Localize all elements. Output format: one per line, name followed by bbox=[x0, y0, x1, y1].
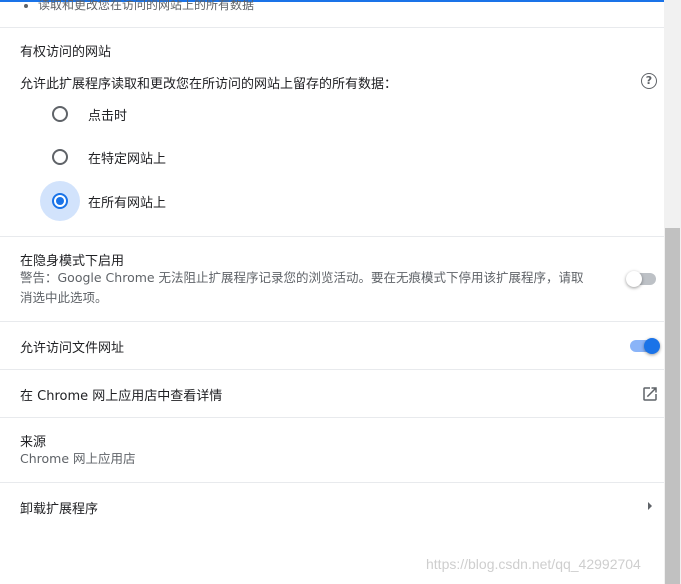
incognito-title: 在隐身模式下启用 bbox=[20, 254, 125, 269]
bullet-icon bbox=[24, 3, 28, 8]
open-in-new-icon[interactable] bbox=[641, 385, 659, 403]
file-urls-toggle[interactable] bbox=[630, 338, 660, 354]
source-value: Chrome 网上应用店 bbox=[20, 451, 136, 466]
divider bbox=[0, 417, 664, 418]
radio-label: 在特定网站上 bbox=[88, 152, 167, 167]
incognito-warning-line: 消选中此选项。 bbox=[20, 290, 108, 305]
divider bbox=[0, 236, 664, 237]
divider bbox=[0, 369, 664, 370]
incognito-warning-line: 警告：Google Chrome 无法阻止扩展程序记录您的浏览活动。要在无痕模式… bbox=[20, 270, 584, 285]
radio-option-specific-sites[interactable]: 在特定网站上 bbox=[0, 137, 664, 177]
scrollbar[interactable] bbox=[664, 0, 681, 584]
scrollbar-thumb[interactable] bbox=[665, 228, 680, 584]
site-access-title: 有权访问的网站 bbox=[20, 45, 112, 60]
divider bbox=[0, 482, 664, 483]
uninstall-label[interactable]: 卸载扩展程序 bbox=[20, 498, 98, 517]
permission-text: 读取和更改您在访问的网站上的所有数据 bbox=[38, 0, 255, 12]
radio-option-on-click[interactable]: 点击时 bbox=[0, 94, 664, 134]
toggle-knob bbox=[626, 271, 642, 287]
radio-button[interactable] bbox=[52, 149, 68, 165]
divider bbox=[0, 27, 664, 28]
details-content: 读取和更改您在访问的网站上的所有数据 有权访问的网站 允许此扩展程序读取和更改您… bbox=[0, 0, 664, 584]
divider bbox=[0, 321, 664, 322]
radio-button-checked[interactable] bbox=[52, 193, 68, 209]
radio-label: 点击时 bbox=[88, 109, 128, 124]
help-icon[interactable]: ? bbox=[641, 73, 657, 89]
radio-option-all-sites[interactable]: 在所有网站上 bbox=[0, 181, 664, 221]
toggle-knob bbox=[644, 338, 660, 354]
source-title: 来源 bbox=[20, 435, 47, 450]
radio-label: 在所有网站上 bbox=[88, 196, 167, 211]
extension-details-page: 读取和更改您在访问的网站上的所有数据 有权访问的网站 允许此扩展程序读取和更改您… bbox=[0, 0, 681, 584]
incognito-warning: 警告：Google Chrome 无法阻止扩展程序记录您的浏览活动。要在无痕模式… bbox=[20, 268, 610, 308]
incognito-toggle[interactable] bbox=[626, 271, 658, 287]
store-link-label[interactable]: 在 Chrome 网上应用店中查看详情 bbox=[20, 385, 222, 404]
chevron-right-icon[interactable] bbox=[645, 500, 655, 512]
watermark: https://blog.csdn.net/qq_42992704 bbox=[426, 556, 641, 572]
file-urls-title: 允许访问文件网址 bbox=[20, 341, 125, 356]
permission-list-item: 读取和更改您在访问的网站上的所有数据 bbox=[24, 0, 254, 13]
radio-button[interactable] bbox=[52, 106, 68, 122]
site-access-description: 允许此扩展程序读取和更改您在所访问的网站上留存的所有数据： bbox=[20, 77, 398, 92]
